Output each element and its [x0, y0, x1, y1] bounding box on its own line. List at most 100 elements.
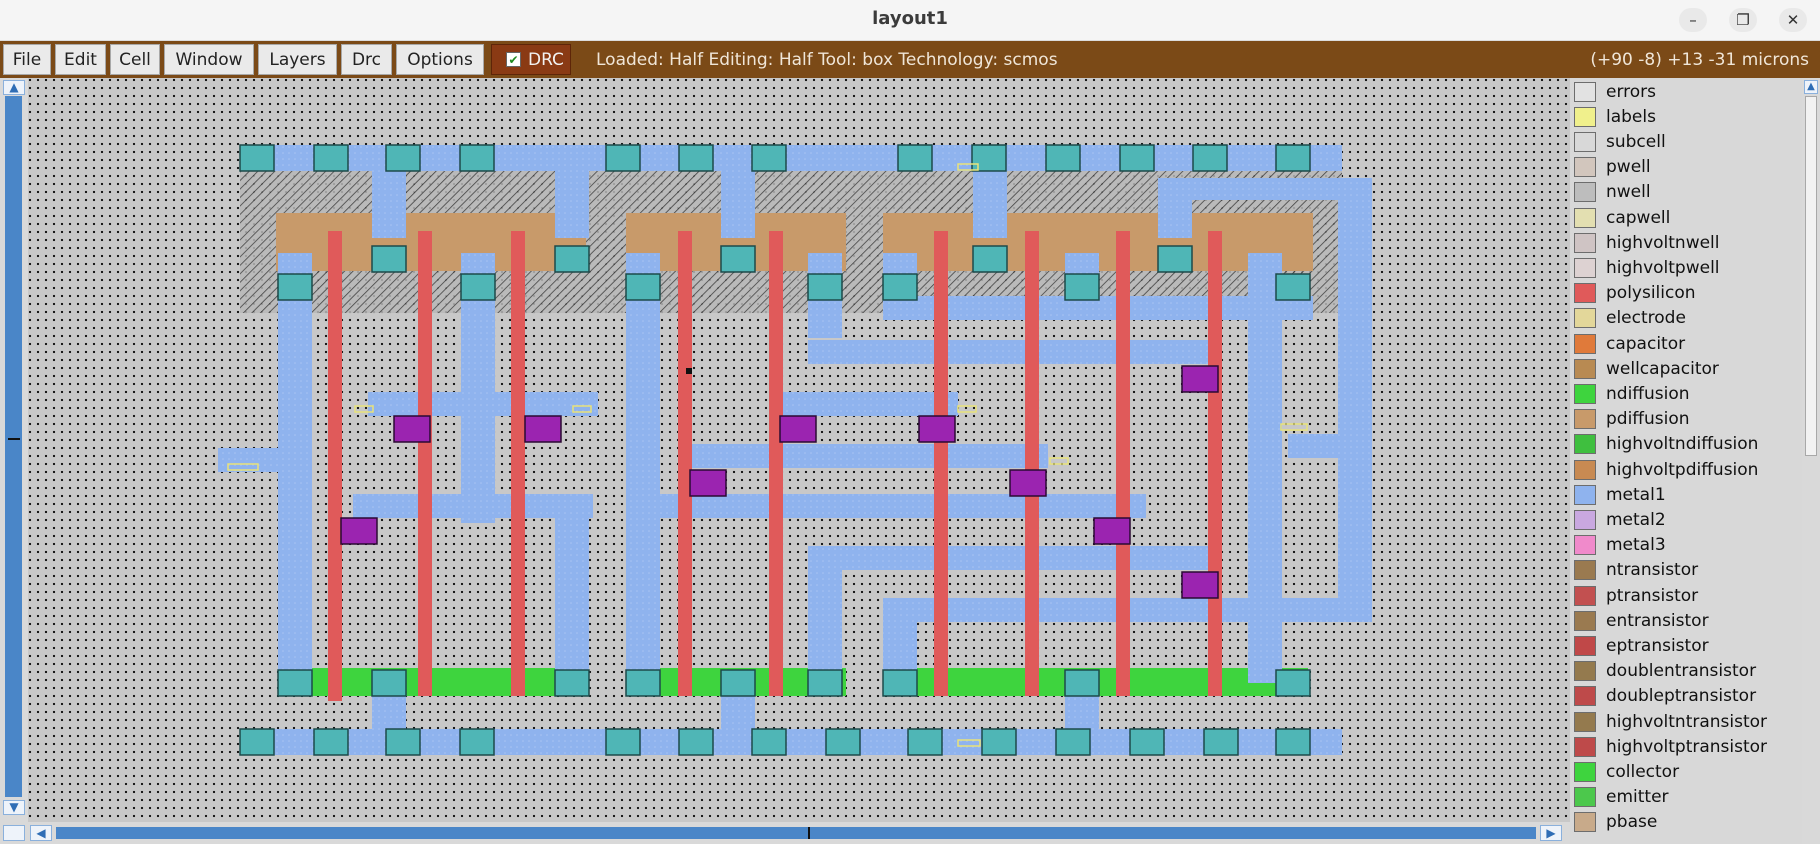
- layer-item[interactable]: eptransistor: [1574, 633, 1802, 658]
- layer-label: highvoltntransistor: [1606, 711, 1768, 732]
- menu-layers[interactable]: Layers: [258, 44, 337, 75]
- layer-item[interactable]: entransistor: [1574, 608, 1802, 633]
- cursor-coordinates: (+90 -8) +13 -31 microns: [1590, 50, 1809, 70]
- layer-item[interactable]: nwell: [1574, 180, 1802, 205]
- layer-swatch-icon: [1574, 434, 1596, 455]
- layer-label: doubleptransistor: [1606, 686, 1757, 707]
- layer-label: wellcapacitor: [1606, 358, 1719, 379]
- layer-swatch-icon: [1574, 308, 1596, 329]
- layer-swatch-icon: [1574, 358, 1596, 379]
- layer-swatch-icon: [1574, 484, 1596, 505]
- scroll-down-icon[interactable]: ▼: [3, 800, 25, 815]
- layer-swatch-icon: [1574, 283, 1596, 304]
- maximize-button[interactable]: ❐: [1729, 8, 1757, 32]
- menu-drc[interactable]: Drc: [341, 44, 392, 75]
- layer-item[interactable]: subcell: [1574, 129, 1802, 154]
- layers-panel: errors labels subcell pwell nwell capwell high…: [1570, 78, 1802, 844]
- layer-item[interactable]: highvoltntransistor: [1574, 709, 1802, 734]
- layer-swatch-icon: [1574, 686, 1596, 707]
- layer-item[interactable]: metal3: [1574, 533, 1802, 558]
- layer-swatch-icon: [1574, 812, 1596, 833]
- menu-cell[interactable]: Cell: [110, 44, 160, 75]
- layer-item[interactable]: labels: [1574, 104, 1802, 129]
- title-bar: layout1 – ❐ ✕: [0, 0, 1820, 41]
- menu-window[interactable]: Window: [164, 44, 254, 75]
- layer-swatch-icon: [1574, 383, 1596, 404]
- layer-label: pdiffusion: [1606, 409, 1690, 430]
- layer-item[interactable]: pwell: [1574, 155, 1802, 180]
- minimize-button[interactable]: –: [1679, 8, 1707, 32]
- layer-item[interactable]: ndiffusion: [1574, 381, 1802, 406]
- layer-item[interactable]: pbase: [1574, 810, 1802, 835]
- menu-file[interactable]: File: [3, 44, 51, 75]
- layer-label: metal2: [1606, 509, 1666, 530]
- drc-toggle-label: DRC: [528, 49, 564, 70]
- layer-label: highvoltpdiffusion: [1606, 459, 1759, 480]
- layer-swatch-icon: [1574, 207, 1596, 228]
- layer-label: nwell: [1606, 182, 1651, 203]
- scroll-position-marker: [8, 438, 20, 440]
- layers-scrollbar[interactable]: ▲: [1802, 78, 1820, 844]
- drc-toggle[interactable]: ✔ DRC: [491, 44, 571, 75]
- vertical-scroll-thumb[interactable]: [5, 96, 22, 797]
- layer-item[interactable]: metal2: [1574, 507, 1802, 532]
- close-button[interactable]: ✕: [1779, 8, 1807, 32]
- layout-drawing: [218, 144, 1372, 756]
- layer-label: capwell: [1606, 207, 1671, 228]
- layer-swatch-icon: [1574, 157, 1596, 178]
- checkbox-checked-icon: ✔: [506, 52, 521, 67]
- layer-swatch-icon: [1574, 232, 1596, 253]
- layer-item[interactable]: highvoltndiffusion: [1574, 432, 1802, 457]
- layer-item[interactable]: pdiffusion: [1574, 407, 1802, 432]
- layer-swatch-icon: [1574, 333, 1596, 354]
- layer-swatch-icon: [1574, 106, 1596, 127]
- layer-item[interactable]: electrode: [1574, 306, 1802, 331]
- layout-canvas[interactable]: [28, 78, 1570, 822]
- layer-item[interactable]: ntransistor: [1574, 558, 1802, 583]
- layer-item[interactable]: errors: [1574, 79, 1802, 104]
- layer-label: polysilicon: [1606, 283, 1696, 304]
- horizontal-scroll-thumb[interactable]: [56, 827, 1536, 839]
- scroll-right-icon[interactable]: ▶: [1540, 825, 1562, 841]
- horizontal-scrollbar[interactable]: ◀ ▶: [0, 822, 1570, 844]
- layer-label: subcell: [1606, 131, 1666, 152]
- layer-swatch-icon: [1574, 610, 1596, 631]
- menu-options[interactable]: Options: [396, 44, 484, 75]
- layer-item[interactable]: highvoltpdiffusion: [1574, 457, 1802, 482]
- scroll-left-icon[interactable]: ◀: [30, 825, 52, 841]
- layer-swatch-icon: [1574, 787, 1596, 808]
- layer-swatch-icon: [1574, 736, 1596, 757]
- layer-item[interactable]: collector: [1574, 759, 1802, 784]
- layer-label: labels: [1606, 106, 1656, 127]
- layer-item[interactable]: polysilicon: [1574, 281, 1802, 306]
- layer-swatch-icon: [1574, 131, 1596, 152]
- scroll-up-icon[interactable]: ▲: [1804, 80, 1818, 94]
- menu-bar: File Edit Cell Window Layers Drc Options…: [0, 41, 1820, 78]
- layer-item[interactable]: highvoltpwell: [1574, 255, 1802, 280]
- vertical-scrollbar[interactable]: ▲ ▼: [0, 78, 28, 826]
- layer-item[interactable]: ptransistor: [1574, 583, 1802, 608]
- layer-item[interactable]: highvoltptransistor: [1574, 734, 1802, 759]
- menu-edit[interactable]: Edit: [55, 44, 106, 75]
- layer-swatch-icon: [1574, 409, 1596, 430]
- layer-item[interactable]: highvoltnwell: [1574, 230, 1802, 255]
- layer-swatch-icon: [1574, 257, 1596, 278]
- layer-label: metal1: [1606, 484, 1666, 505]
- layer-item[interactable]: wellcapacitor: [1574, 356, 1802, 381]
- layer-swatch-icon: [1574, 635, 1596, 656]
- layer-label: highvoltndiffusion: [1606, 434, 1759, 455]
- layer-label: errors: [1606, 81, 1657, 102]
- layer-item[interactable]: doubleptransistor: [1574, 684, 1802, 709]
- layer-item[interactable]: metal1: [1574, 482, 1802, 507]
- layers-scroll-thumb[interactable]: [1805, 96, 1817, 456]
- layer-label: entransistor: [1606, 610, 1709, 631]
- layer-item[interactable]: capacitor: [1574, 331, 1802, 356]
- layer-label: emitter: [1606, 787, 1669, 808]
- layer-label: collector: [1606, 761, 1680, 782]
- layer-item[interactable]: capwell: [1574, 205, 1802, 230]
- zoom-box-icon[interactable]: [3, 825, 25, 841]
- scroll-up-icon[interactable]: ▲: [3, 80, 25, 95]
- layer-label: doublentransistor: [1606, 661, 1757, 682]
- layer-item[interactable]: doublentransistor: [1574, 659, 1802, 684]
- layer-item[interactable]: emitter: [1574, 785, 1802, 810]
